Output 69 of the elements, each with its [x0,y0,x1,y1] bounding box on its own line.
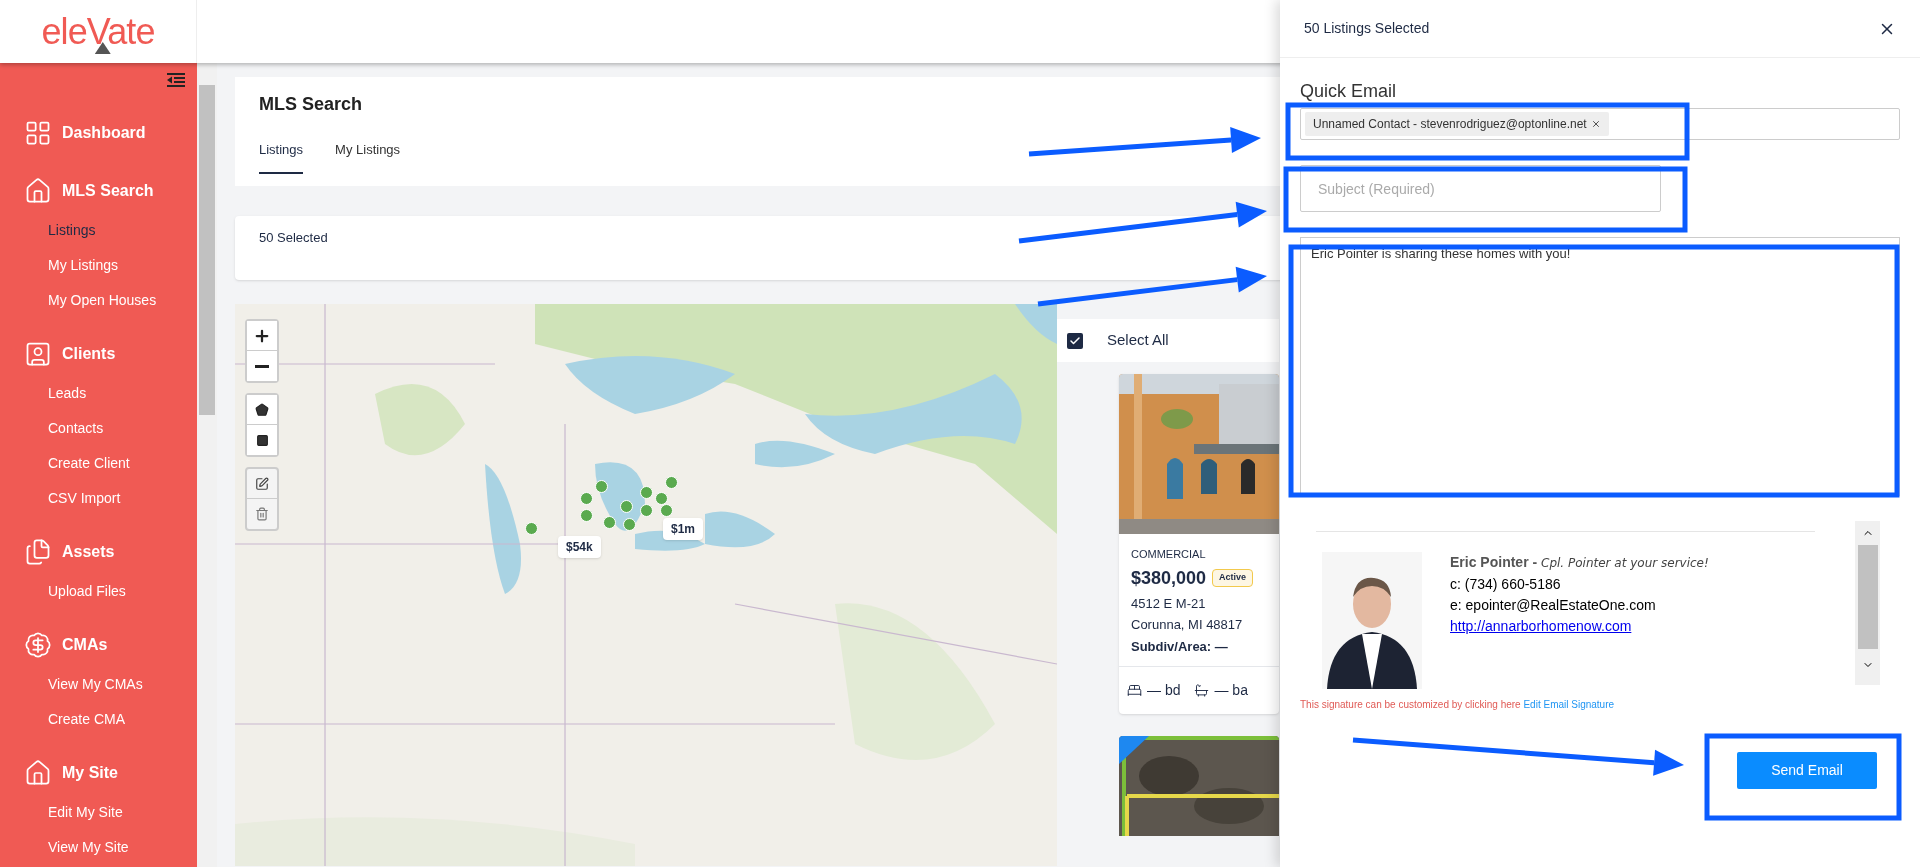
bed-count: — bd [1147,681,1181,700]
dollar-badge-icon [24,631,52,659]
bath-count: — ba [1214,681,1248,700]
sidebar-section[interactable]: Assets [0,530,197,574]
recipients-field[interactable]: Unnamed Contact - stevenrodriguez@optonline.net [1300,108,1900,140]
sidebar-section[interactable]: My Site [0,751,197,795]
signature-website-link[interactable]: http://annarborhomenow.com [1450,616,1709,637]
sidebar-item[interactable]: Listings [0,213,197,248]
signature-email: e: epointer@RealEstateOne.com [1450,596,1657,615]
sidebar-item[interactable]: My Listings [0,248,197,283]
bath-icon [1194,683,1210,698]
tab[interactable]: Listings [259,140,304,174]
bed-icon [1127,683,1142,698]
price-marker[interactable]: $1m [663,518,704,540]
pentagon-icon [255,402,269,417]
listing-card[interactable]: COMMERCIAL $380,000 Active 4512 E M-21 Corunna, MI 48817 Subdiv/Area: — — bd — ba [1119,374,1279,714]
minus-icon [255,364,269,368]
signature-note: This signature can be customized by clicking here [1300,699,1521,710]
checkmark-icon [1069,334,1081,347]
draw-polygon-button[interactable] [247,395,277,425]
sidebar-item[interactable]: Upload Files [0,574,197,609]
sidebar-item[interactable]: View My Site [0,830,197,865]
house-icon [24,177,52,205]
property-type: COMMERCIAL [1131,547,1207,562]
selection-count: 50 Selected [259,229,328,247]
subject-field[interactable]: Subject (Required) [1300,165,1661,212]
house-icon [24,759,52,787]
scrollbar[interactable] [199,85,215,415]
sidebar-item[interactable]: Contacts [0,411,197,446]
page-title: MLS Search [259,93,364,116]
price-marker[interactable]: $54k [558,536,601,558]
sidebar-item[interactable]: View My CMAs [0,667,197,702]
contact-card-icon [24,340,52,368]
status-badge: Active [1212,569,1254,587]
recipient-chip[interactable]: Unnamed Contact - stevenrodriguez@optonline.net [1305,112,1609,136]
documents-icon [24,538,52,566]
remove-icon[interactable] [1590,119,1601,129]
signature-name: Eric Pointer - [1450,554,1538,570]
listing-price: $380,000 [1131,566,1207,590]
sidebar-section[interactable]: CMAs [0,623,197,667]
panel-title: 50 Listings Selected [1304,19,1430,38]
zoom-in-button[interactable] [247,321,277,351]
tab[interactable]: My Listings [335,140,401,174]
signature-phone: c: (734) 660-5186 [1450,575,1562,594]
edit-signature-link[interactable]: Edit Email Signature [1523,699,1615,710]
select-all-label: Select All [1107,330,1169,351]
send-email-button[interactable]: Send Email [1737,752,1877,789]
trash-icon [255,507,269,521]
message-field[interactable]: Eric Pointer is sharing these homes with you! [1300,237,1900,496]
sidebar-item[interactable]: My Open Houses [0,283,197,318]
sidebar-item[interactable]: Create Client [0,446,197,481]
grid-icon [24,119,52,147]
sidebar-section[interactable]: Clients [0,332,197,376]
edit-icon [255,476,269,491]
scrollbar[interactable] [1855,521,1880,685]
listing-subdivision: Subdiv/Area: — [1131,637,1229,656]
sidebar-item[interactable]: CSV Import [0,481,197,516]
collapse-menu-icon[interactable] [167,73,185,87]
signature-tagline: Cpl. Pointer at your service! [1541,556,1709,570]
sidebar-item[interactable]: Edit My Site [0,795,197,830]
sidebar-section[interactable]: Dashboard [0,111,197,155]
select-all-checkbox[interactable] [1067,332,1083,349]
section-heading: Quick Email [1300,80,1398,103]
square-icon [255,433,269,447]
listing-address: 4512 E M-21 [1131,594,1207,613]
sidebar-section[interactable]: MLS Search [0,169,197,213]
listing-city: Corunna, MI 48817 [1131,616,1244,634]
sidebar-item[interactable]: Create CMA [0,702,197,737]
sidebar-item[interactable]: Leads [0,376,197,411]
